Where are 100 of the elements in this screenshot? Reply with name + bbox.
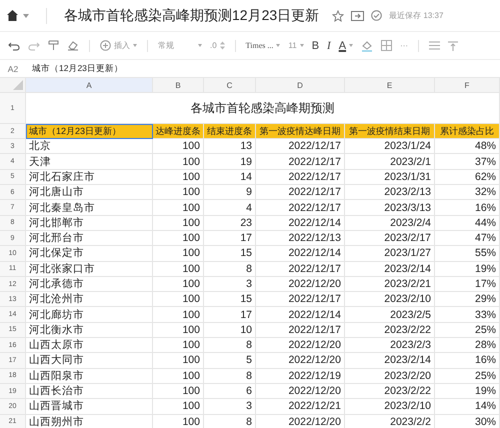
- table-cell: 山西大同市: [26, 353, 153, 369]
- align-icon[interactable]: [429, 41, 440, 50]
- table-cell: 2022/12/17: [256, 170, 345, 186]
- bold-button[interactable]: B: [312, 40, 320, 52]
- document-title: 各城市首轮感染高峰期预测12月23日更新: [64, 6, 320, 24]
- table-cell: 14: [204, 170, 256, 186]
- table-cell: 2022/12/17: [256, 139, 345, 154]
- table-cell: 17: [204, 307, 256, 323]
- table-cell: 100: [153, 307, 204, 323]
- header-cell: 累计感染占比: [435, 124, 500, 140]
- table-cell: 14%: [435, 399, 500, 415]
- vertical-align-icon[interactable]: [448, 40, 458, 50]
- column-header[interactable]: A: [26, 78, 153, 94]
- table-cell: 河北石家庄市: [26, 170, 153, 186]
- column-header[interactable]: B: [153, 78, 204, 94]
- move-to-folder-icon[interactable]: [351, 10, 364, 21]
- table-cell: 100: [153, 154, 204, 170]
- table-cell: 100: [153, 399, 204, 415]
- table-cell: 河北张家口市: [26, 262, 153, 277]
- table-cell: 2022/12/17: [256, 292, 345, 308]
- table-cell: 2022/12/17: [256, 154, 345, 170]
- home-icon[interactable]: [6, 9, 19, 22]
- select-all-icon[interactable]: [13, 80, 23, 90]
- table-cell: 2023/2/4: [345, 216, 435, 231]
- header-cell: 城市（12月23日更新）: [26, 124, 153, 140]
- header-cell: 达峰进度条: [153, 124, 204, 140]
- table-cell: 62%: [435, 170, 500, 186]
- table-cell: 100: [153, 368, 204, 384]
- eraser-icon[interactable]: [67, 40, 79, 51]
- table-cell: 2023/1/24: [345, 139, 435, 154]
- save-status: 最近保存 13:37: [389, 10, 444, 21]
- table-cell: 2022/12/14: [256, 216, 345, 231]
- table-cell: 2022/12/14: [256, 246, 345, 262]
- table-cell: 2023/2/14: [345, 262, 435, 277]
- table-cell: 17: [204, 230, 256, 246]
- table-cell: 河北承德市: [26, 276, 153, 292]
- table-cell: 山西阳泉市: [26, 368, 153, 384]
- table-cell: 河北保定市: [26, 246, 153, 262]
- table-cell: 山西晋城市: [26, 399, 153, 415]
- table-cell: 2022/12/14: [256, 307, 345, 323]
- undo-icon[interactable]: [8, 40, 20, 50]
- table-cell: 15: [204, 246, 256, 262]
- table-cell: 河北秦皇岛市: [26, 200, 153, 216]
- table-cell: 15: [204, 292, 256, 308]
- caret-icon[interactable]: [23, 14, 29, 18]
- table-cell: 天津: [26, 154, 153, 170]
- table-cell: 10: [204, 322, 256, 338]
- column-header[interactable]: D: [256, 78, 345, 94]
- table-cell: 100: [153, 185, 204, 200]
- table-cell: 2023/2/2: [345, 414, 435, 428]
- table-cell: 100: [153, 338, 204, 354]
- table-cell: 100: [153, 246, 204, 262]
- table-cell: 100: [153, 262, 204, 277]
- table-cell: 6: [204, 384, 256, 400]
- borders-icon[interactable]: [381, 40, 392, 51]
- table-cell: 28%: [435, 338, 500, 354]
- table-cell: 100: [153, 139, 204, 154]
- stepper-arrows-icon: [220, 41, 225, 50]
- table-cell: 9: [204, 185, 256, 200]
- table-cell: 2023/2/5: [345, 307, 435, 323]
- table-cell: 32%: [435, 185, 500, 200]
- table-cell: 5: [204, 353, 256, 369]
- table-cell: 2023/2/21: [345, 276, 435, 292]
- table-cell: 2022/12/20: [256, 384, 345, 400]
- formula-field[interactable]: 城市（12月23日更新）: [26, 62, 500, 74]
- table-cell: 2023/2/22: [345, 322, 435, 338]
- table-cell: 8: [204, 368, 256, 384]
- table-cell: 2022/12/17: [256, 200, 345, 216]
- paint-format-icon[interactable]: [48, 40, 59, 51]
- table-cell: 河北沧州市: [26, 292, 153, 308]
- table-cell: 25%: [435, 368, 500, 384]
- table-cell: 2022/12/20: [256, 353, 345, 369]
- header-cell: 结束进度条: [204, 124, 256, 140]
- table-cell: 44%: [435, 216, 500, 231]
- table-cell: 23: [204, 216, 256, 231]
- table-cell: 2023/3/13: [345, 200, 435, 216]
- table-cell: 河北唐山市: [26, 185, 153, 200]
- table-cell: 33%: [435, 307, 500, 323]
- check-circle-icon: [371, 10, 382, 21]
- font-color-button[interactable]: A: [338, 40, 354, 52]
- table-cell: 2022/12/21: [256, 399, 345, 415]
- font-dropdown[interactable]: Times ...: [246, 41, 280, 50]
- table-cell: 19%: [435, 384, 500, 400]
- redo-icon[interactable]: [28, 40, 40, 50]
- star-icon[interactable]: [332, 10, 344, 22]
- table-cell: 河北邯郸市: [26, 216, 153, 231]
- table-cell: 37%: [435, 154, 500, 170]
- table-cell: 2022/12/19: [256, 368, 345, 384]
- table-cell: 2023/2/22: [345, 384, 435, 400]
- table-cell: 2023/2/1: [345, 154, 435, 170]
- table-cell: 16%: [435, 200, 500, 216]
- table-cell: 2022/12/20: [256, 338, 345, 354]
- column-header[interactable]: F: [435, 78, 500, 94]
- fill-color-icon[interactable]: [361, 40, 374, 52]
- column-header[interactable]: C: [204, 78, 256, 94]
- table-cell: 2023/2/20: [345, 368, 435, 384]
- italic-button[interactable]: I: [327, 40, 331, 52]
- table-cell: 2022/12/20: [256, 414, 345, 428]
- column-header[interactable]: E: [345, 78, 435, 94]
- table-cell: 100: [153, 170, 204, 186]
